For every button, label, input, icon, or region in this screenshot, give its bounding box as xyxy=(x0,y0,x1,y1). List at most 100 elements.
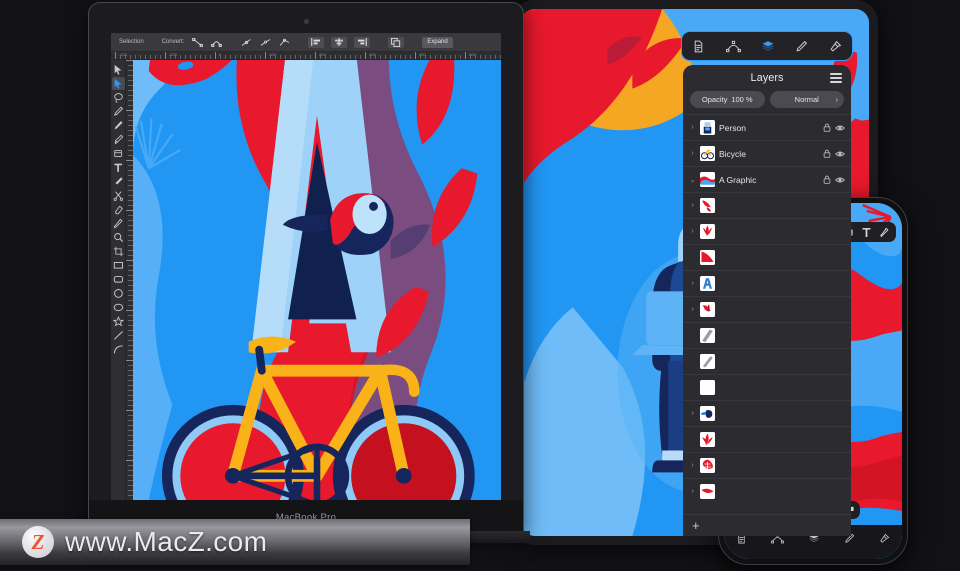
mac-toolbar[interactable]: Selection Convert: Expand xyxy=(111,33,501,52)
layer-disclosure-icon[interactable]: › xyxy=(689,202,696,209)
layer-row[interactable]: › xyxy=(683,478,851,504)
lock-icon[interactable] xyxy=(823,123,831,132)
align-center-icon[interactable] xyxy=(331,36,348,48)
layer-row[interactable] xyxy=(683,374,851,400)
scissors-tool[interactable] xyxy=(112,189,125,202)
layer-thumbnail xyxy=(700,302,715,317)
layer-row[interactable]: › xyxy=(683,192,851,218)
layer-name: A Graphic xyxy=(719,174,757,185)
hamburger-icon[interactable] xyxy=(830,73,842,86)
ellipse-tool-2[interactable] xyxy=(112,301,125,314)
layer-row[interactable] xyxy=(683,426,851,452)
webcam-icon xyxy=(303,19,309,24)
pencil-tool[interactable] xyxy=(112,119,125,132)
ruler-label: -200 xyxy=(119,52,128,57)
horizontal-ruler[interactable]: -200 -100 0 100 200 300 400 500 xyxy=(111,52,501,60)
layer-thumbnail xyxy=(700,406,715,421)
layer-disclosure-icon[interactable]: › xyxy=(689,306,696,313)
layer-disclosure-icon[interactable]: › xyxy=(689,150,696,157)
ellipse-tool[interactable] xyxy=(112,287,125,300)
layer-row[interactable]: › xyxy=(683,400,851,426)
vector-brush-tool[interactable] xyxy=(112,133,125,146)
smooth-node-icon[interactable] xyxy=(240,37,252,48)
layer-disclosure-icon[interactable]: › xyxy=(689,488,696,495)
layer-disclosure-icon[interactable]: › xyxy=(689,462,696,469)
lock-icon[interactable] xyxy=(823,175,831,184)
layer-row[interactable]: › Person xyxy=(683,114,851,140)
blend-mode-control[interactable]: Normal › xyxy=(769,91,844,108)
layer-list[interactable]: › Person › Bicycle ⌄ A Graphic › › › › › › › xyxy=(683,114,851,514)
mac-tool-sidebar[interactable] xyxy=(111,60,126,500)
pen-tool[interactable] xyxy=(112,105,125,118)
layer-row[interactable]: › xyxy=(683,452,851,478)
color-icon[interactable] xyxy=(879,533,890,544)
layer-row[interactable] xyxy=(683,348,851,374)
layer-row[interactable]: ⌄ A Graphic xyxy=(683,166,851,192)
layer-thumbnail xyxy=(700,432,715,447)
eye-icon[interactable] xyxy=(835,124,845,132)
vertical-ruler[interactable] xyxy=(126,60,133,500)
screenshot-stage: Layers Opacity 100 % Normal › › Person › Bi… xyxy=(0,0,960,571)
eyedropper-icon[interactable] xyxy=(879,227,889,238)
layer-row[interactable] xyxy=(683,322,851,348)
crop-tool[interactable] xyxy=(112,245,125,258)
layers-icon[interactable] xyxy=(761,40,775,53)
layer-disclosure-icon[interactable]: › xyxy=(689,228,696,235)
layer-disclosure-icon[interactable]: › xyxy=(689,280,696,287)
layers-panel-header: Layers xyxy=(683,65,851,91)
ruler-label: 100 xyxy=(269,52,276,57)
node-tool[interactable] xyxy=(111,77,125,90)
expand-button[interactable]: Expand xyxy=(422,36,453,48)
selection-label: Selection xyxy=(119,39,144,45)
layer-name: Bicycle xyxy=(719,148,746,159)
fill-tool[interactable] xyxy=(112,147,125,160)
nodes-icon[interactable] xyxy=(725,40,741,53)
ipad-persona-toolbar[interactable] xyxy=(681,31,853,61)
rectangle-tool[interactable] xyxy=(112,259,125,272)
color-icon[interactable] xyxy=(829,40,842,53)
layer-thumbnail xyxy=(700,224,715,239)
layer-row[interactable]: › xyxy=(683,218,851,244)
lasso-tool[interactable] xyxy=(112,91,125,104)
align-left-icon[interactable] xyxy=(308,36,325,48)
ipad-layers-panel[interactable]: Layers Opacity 100 % Normal › › Person › Bi… xyxy=(683,65,851,536)
document-icon[interactable] xyxy=(692,40,705,53)
eraser-tool[interactable] xyxy=(112,203,125,216)
opacity-control[interactable]: Opacity 100 % xyxy=(690,91,765,108)
layer-row[interactable]: › xyxy=(683,270,851,296)
add-layer-button[interactable]: + xyxy=(683,514,851,536)
layer-disclosure-icon[interactable]: ⌄ xyxy=(689,176,696,184)
layer-row[interactable]: › xyxy=(683,296,851,322)
text-tool[interactable] xyxy=(112,161,125,174)
rounded-rectangle-tool[interactable] xyxy=(112,273,125,286)
sharp-node-icon[interactable] xyxy=(259,37,271,48)
layer-disclosure-icon[interactable]: › xyxy=(689,410,696,417)
align-right-icon[interactable] xyxy=(354,36,371,48)
line-tool[interactable] xyxy=(112,329,125,342)
layers-title: Layers xyxy=(750,72,784,84)
move-tool[interactable] xyxy=(112,63,125,76)
brush-icon[interactable] xyxy=(795,40,808,53)
zoom-tool[interactable] xyxy=(112,231,125,244)
layer-row[interactable]: › Bicycle xyxy=(683,140,851,166)
duplicate-icon[interactable] xyxy=(388,36,405,48)
layer-disclosure-icon[interactable]: › xyxy=(689,124,696,131)
layer-name: Person xyxy=(719,122,746,133)
eye-icon[interactable] xyxy=(835,176,845,184)
text-icon[interactable] xyxy=(862,227,871,238)
layer-thumbnail xyxy=(700,250,715,265)
curve-convert-icon[interactable] xyxy=(210,37,222,48)
eye-icon[interactable] xyxy=(835,150,845,158)
paint-brush-tool[interactable] xyxy=(112,175,125,188)
cusp-node-icon[interactable] xyxy=(278,37,290,48)
curve-tool[interactable] xyxy=(112,343,125,356)
layer-row[interactable] xyxy=(683,244,851,270)
star-tool[interactable] xyxy=(112,315,125,328)
line-convert-icon[interactable] xyxy=(191,37,203,48)
mac-workspace xyxy=(111,60,501,500)
mac-canvas[interactable] xyxy=(133,60,501,500)
blend-mode-value: Normal xyxy=(794,95,819,104)
ruler-label: 500 xyxy=(469,52,476,57)
color-picker-tool[interactable] xyxy=(112,217,125,230)
lock-icon[interactable] xyxy=(823,149,831,158)
